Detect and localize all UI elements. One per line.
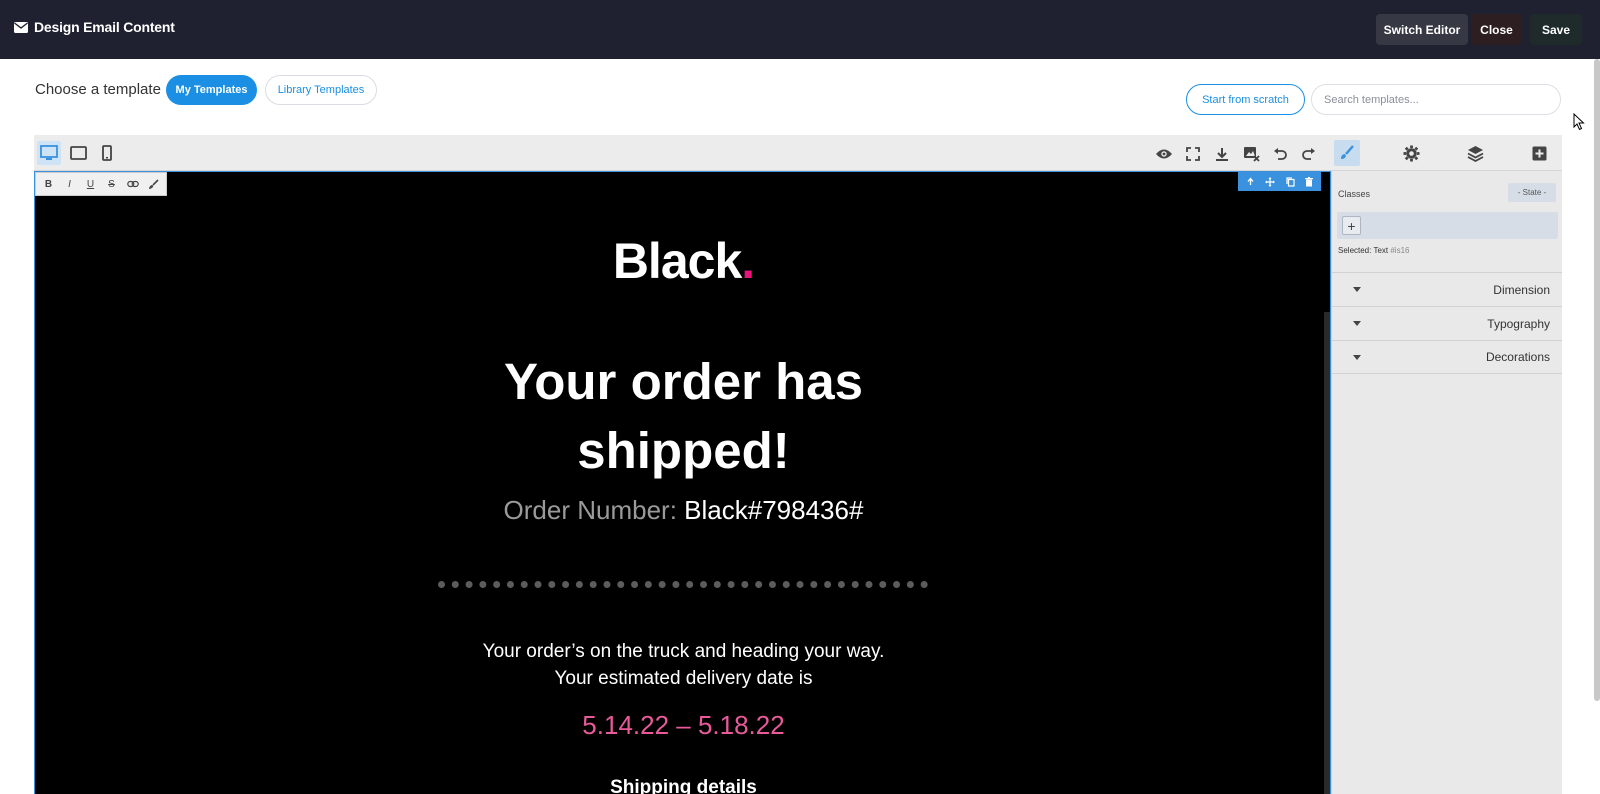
editor-toolbar <box>34 135 1331 171</box>
move-icon[interactable] <box>1265 176 1276 187</box>
order-number-label: Order Number: <box>503 495 677 525</box>
link-button[interactable] <box>122 174 143 194</box>
envelope-icon <box>14 21 28 33</box>
add-class-button[interactable]: + <box>1342 216 1361 235</box>
panel-tabs <box>1331 135 1562 171</box>
sector-dimension[interactable]: Dimension <box>1332 272 1562 306</box>
shipping-details-heading[interactable]: Shipping details <box>35 777 1330 794</box>
link-icon <box>126 180 139 188</box>
component-toolbar <box>1238 172 1321 191</box>
close-button[interactable]: Close <box>1471 14 1522 45</box>
underline-button[interactable]: U <box>80 174 101 194</box>
sector-title: Dimension <box>1493 282 1550 297</box>
switch-editor-button[interactable]: Switch Editor <box>1376 14 1468 45</box>
desktop-device-button[interactable] <box>37 141 61 165</box>
email-preview: Black. Your order has shipped! Order Num… <box>35 172 1330 794</box>
tablet-icon <box>69 146 87 160</box>
window-title-text: Design Email Content <box>34 19 175 35</box>
fullscreen-button[interactable] <box>1182 143 1204 165</box>
tab-layer-manager[interactable] <box>1462 140 1488 166</box>
brand-logo: Black. <box>35 232 1330 290</box>
desktop-icon <box>40 145 58 160</box>
canvas-scrollbar[interactable] <box>1324 312 1330 794</box>
selected-type: Text <box>1373 246 1389 255</box>
top-bar: Design Email Content Switch Editor Close… <box>0 0 1600 59</box>
arrow-up-icon[interactable] <box>1246 177 1255 186</box>
fullscreen-icon <box>1186 147 1200 161</box>
sector-decorations[interactable]: Decorations <box>1332 340 1562 374</box>
mouse-cursor-icon <box>1573 113 1585 131</box>
library-templates-tab[interactable]: Library Templates <box>265 75 377 105</box>
headline-line: shipped! <box>577 422 790 479</box>
classes-label: Classes <box>1338 189 1371 199</box>
logo-dot: . <box>741 233 755 289</box>
selected-label: Selected: <box>1338 246 1372 255</box>
copy-icon[interactable] <box>1286 176 1295 187</box>
sector-title: Typography <box>1487 316 1550 331</box>
my-templates-tab[interactable]: My Templates <box>166 75 257 105</box>
preview-button[interactable] <box>1153 143 1175 165</box>
style-manager-panel: Classes - State - + Selected: Text #is16… <box>1331 171 1562 794</box>
email-headline[interactable]: Your order has shipped! <box>35 347 1330 485</box>
paint-brush-icon <box>1341 145 1354 159</box>
image-remove-icon <box>1243 147 1260 162</box>
message-line: Your estimated delivery date is <box>554 668 813 689</box>
delivery-date-range[interactable]: 5.14.22 – 5.18.22 <box>35 710 1330 741</box>
redo-icon <box>1302 148 1315 160</box>
class-tags-field: + <box>1337 212 1558 239</box>
gear-icon <box>1403 145 1419 161</box>
undo-icon <box>1274 148 1287 160</box>
caret-down-icon <box>1353 321 1361 326</box>
order-number-line[interactable]: Order Number: Black#798436# <box>35 495 1330 526</box>
start-from-scratch-button[interactable]: Start from scratch <box>1186 84 1305 115</box>
order-number-value: Black#798436# <box>684 495 864 525</box>
wrap-for-style-button[interactable] <box>143 174 164 194</box>
mobile-device-button[interactable] <box>95 141 119 165</box>
logo-text: Black <box>612 233 742 289</box>
state-select[interactable]: - State - <box>1508 183 1556 202</box>
tablet-device-button[interactable] <box>66 141 90 165</box>
rich-text-toolbar: B I U S <box>35 172 167 196</box>
save-button[interactable]: Save <box>1530 14 1582 45</box>
redo-button[interactable] <box>1298 143 1320 165</box>
eye-icon <box>1156 149 1172 159</box>
selected-component-info: Selected: Text #is16 <box>1338 246 1409 255</box>
mobile-icon <box>102 145 112 161</box>
page-scrollbar[interactable] <box>1594 59 1600 701</box>
image-remove-button[interactable] <box>1240 143 1262 165</box>
selected-id: #is16 <box>1390 246 1410 255</box>
search-templates-input[interactable] <box>1311 84 1561 115</box>
caret-down-icon <box>1353 355 1361 360</box>
export-button[interactable] <box>1211 143 1233 165</box>
dotted-divider <box>438 581 928 588</box>
undo-button[interactable] <box>1269 143 1291 165</box>
shipping-message[interactable]: Your order’s on the truck and heading yo… <box>35 638 1330 692</box>
caret-down-icon <box>1353 287 1361 292</box>
bold-button[interactable]: B <box>38 174 59 194</box>
headline-line: Your order has <box>504 353 863 410</box>
brush-icon <box>149 178 159 189</box>
window-title: Design Email Content <box>14 19 175 35</box>
sector-title: Decorations <box>1485 350 1550 364</box>
tab-style-manager[interactable] <box>1334 140 1360 166</box>
add-block-icon <box>1532 146 1546 160</box>
message-line: Your order’s on the truck and heading yo… <box>482 641 885 662</box>
download-icon <box>1216 147 1228 161</box>
layers-icon <box>1467 145 1483 162</box>
sector-typography[interactable]: Typography <box>1332 306 1562 340</box>
tab-blocks[interactable] <box>1526 140 1552 166</box>
choose-template-label: Choose a template <box>35 81 161 98</box>
tab-settings[interactable] <box>1398 140 1424 166</box>
strikethrough-button[interactable]: S <box>101 174 122 194</box>
italic-button[interactable]: I <box>59 174 80 194</box>
editor-canvas[interactable]: Black. Your order has shipped! Order Num… <box>34 171 1331 794</box>
trash-icon[interactable] <box>1304 176 1313 187</box>
